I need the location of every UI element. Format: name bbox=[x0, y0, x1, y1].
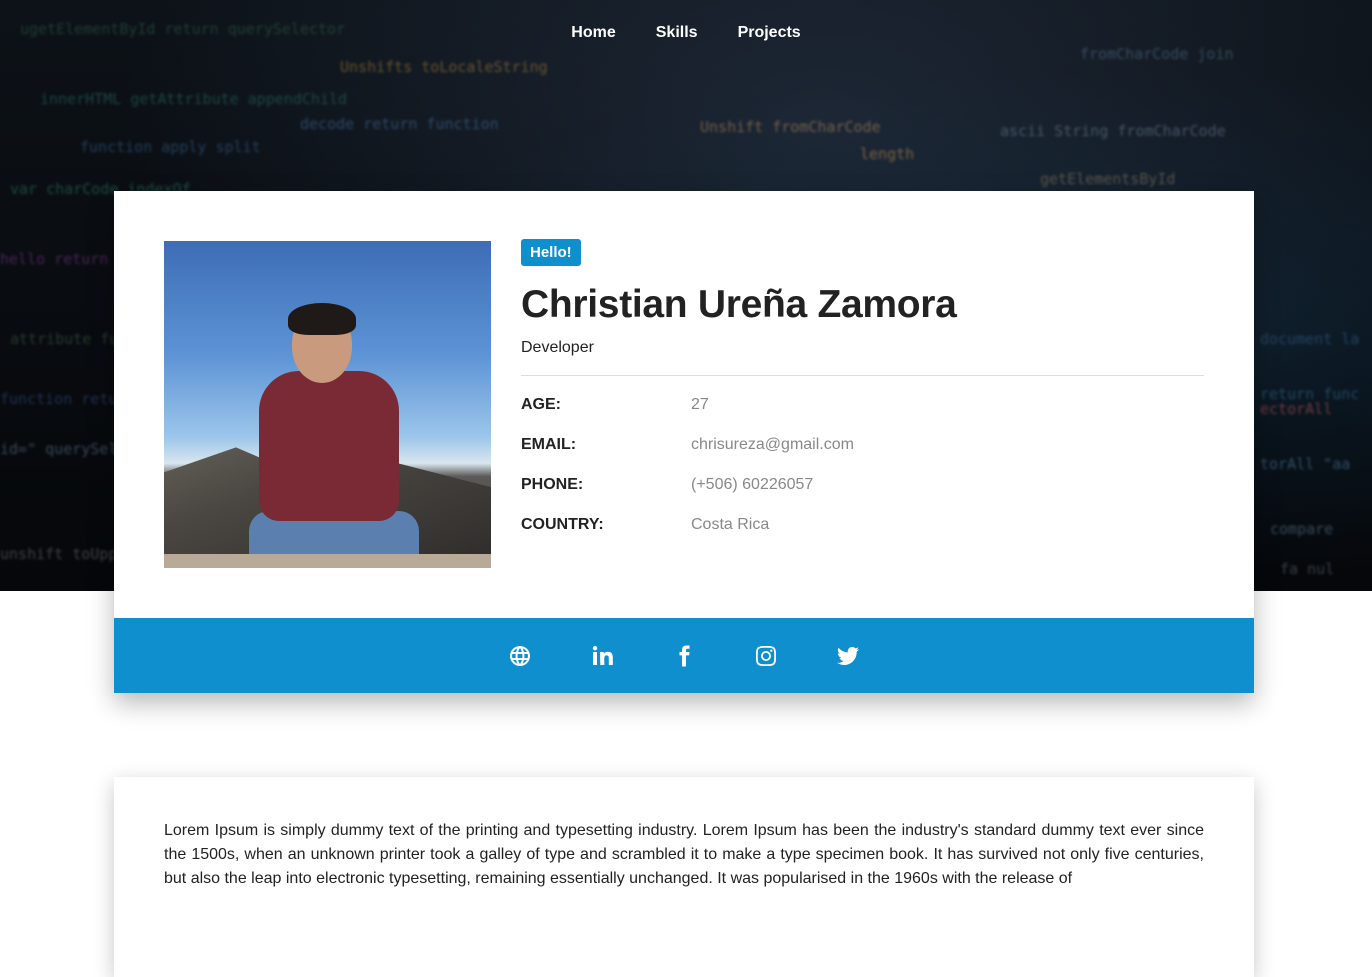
info-value: Costa Rica bbox=[691, 516, 770, 533]
profile-card: Hello! Christian Ureña Zamora Developer … bbox=[114, 191, 1254, 693]
info-row-phone: PHONE: (+506) 60226057 bbox=[521, 476, 1204, 516]
profile-role: Developer bbox=[521, 339, 594, 356]
info-row-country: COUNTRY: Costa Rica bbox=[521, 516, 1204, 556]
instagram-icon[interactable] bbox=[754, 644, 778, 668]
linkedin-icon[interactable] bbox=[590, 644, 614, 668]
profile-photo bbox=[164, 241, 491, 568]
social-bar bbox=[114, 618, 1254, 693]
info-label: COUNTRY: bbox=[521, 516, 604, 533]
globe-icon[interactable] bbox=[508, 644, 532, 668]
info-label: EMAIL: bbox=[521, 436, 577, 453]
info-label: PHONE: bbox=[521, 476, 584, 493]
facebook-icon[interactable] bbox=[672, 644, 696, 668]
main-nav: Home Skills Projects bbox=[0, 22, 1372, 44]
nav-home-link[interactable]: Home bbox=[571, 22, 615, 44]
twitter-icon[interactable] bbox=[836, 644, 860, 668]
info-label: AGE: bbox=[521, 396, 561, 413]
greeting-badge: Hello! bbox=[521, 239, 581, 266]
photo-person-hair bbox=[288, 303, 356, 335]
info-value: 27 bbox=[691, 396, 709, 413]
profile-name: Christian Ureña Zamora bbox=[521, 283, 957, 326]
nav-skills-link[interactable]: Skills bbox=[656, 22, 698, 44]
info-value: (+506) 60226057 bbox=[691, 476, 814, 493]
photo-ledge bbox=[164, 554, 491, 568]
info-row-email: EMAIL: chrisureza@gmail.com bbox=[521, 436, 1204, 476]
about-card: Lorem Ipsum is simply dummy text of the … bbox=[114, 777, 1254, 977]
info-value: chrisureza@gmail.com bbox=[691, 436, 854, 453]
about-text: Lorem Ipsum is simply dummy text of the … bbox=[164, 822, 1204, 887]
profile-info: AGE: 27 EMAIL: chrisureza@gmail.com PHON… bbox=[521, 396, 1204, 556]
photo-person-body bbox=[259, 371, 399, 521]
profile-divider bbox=[521, 375, 1204, 376]
info-row-age: AGE: 27 bbox=[521, 396, 1204, 436]
nav-projects-link[interactable]: Projects bbox=[738, 22, 801, 44]
